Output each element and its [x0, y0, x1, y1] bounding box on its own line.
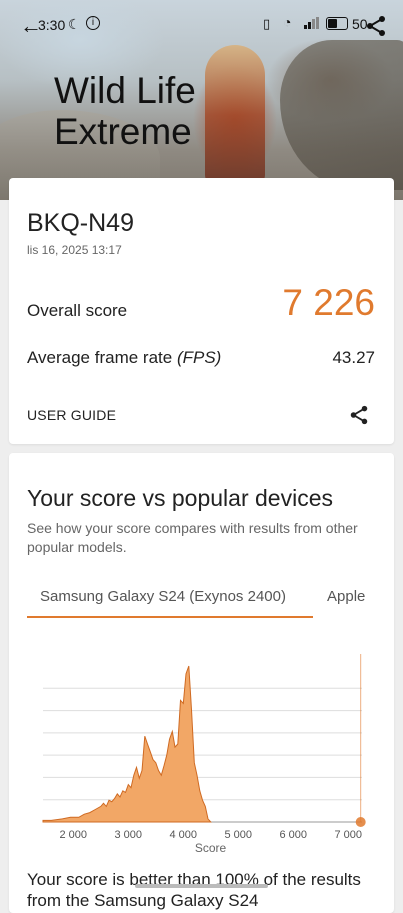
home-indicator: [135, 884, 268, 888]
overall-score-label: Overall score: [27, 301, 128, 320]
result-date: lis 16, 2025 13:17: [27, 243, 122, 257]
wifi-icon: ◔: [283, 14, 292, 30]
share-icon[interactable]: [364, 14, 388, 38]
your-score-marker: [355, 817, 366, 827]
comparison-card: Your score vs popular devices See how yo…: [9, 453, 394, 913]
comparison-subtitle: See how your score compares with results…: [27, 520, 358, 555]
score-histogram: 2 000 3 000 4 000 5 000 6 000 7 000 Score: [42, 654, 366, 855]
x-tick-label: 7 000: [334, 829, 362, 841]
overall-score-value: 7 226: [282, 282, 375, 323]
tab-apple[interactable]: Apple: [327, 588, 365, 605]
histogram-area: [42, 665, 212, 823]
x-tick-label: 6 000: [279, 829, 307, 841]
active-tab-indicator: [27, 616, 313, 618]
user-guide-link[interactable]: USER GUIDE: [27, 407, 116, 423]
x-tick-label: 4 000: [169, 829, 197, 841]
info-icon: i: [86, 16, 100, 30]
tab-samsung-galaxy-s24[interactable]: Samsung Galaxy S24 (Exynos 2400): [40, 588, 286, 605]
moon-icon: ☾: [68, 16, 81, 32]
status-bar: ← 3:30 ☾ i ▯ ◔ 50: [0, 0, 403, 52]
benchmark-title-line2: Extreme: [54, 111, 192, 152]
result-card: BKQ-N49 lis 16, 2025 13:17 Overall score…: [9, 178, 394, 444]
battery-icon: [326, 17, 348, 30]
benchmark-title-line1: Wild Life: [54, 70, 196, 111]
x-tick-label: 2 000: [59, 829, 87, 841]
comparison-title: Your score vs popular devices: [27, 485, 333, 511]
fps-label-text: Average frame rate: [27, 348, 173, 367]
vibrate-icon: ▯: [263, 16, 271, 31]
fps-label: Average frame rate (FPS): [27, 348, 221, 368]
device-name: BKQ-N49: [27, 209, 134, 237]
status-time: 3:30: [38, 17, 66, 33]
benchmark-title: Wild Life Extreme: [54, 70, 196, 152]
comparison-verdict: Your score is better than 100% of the re…: [27, 870, 361, 910]
share-icon[interactable]: [348, 404, 370, 426]
x-tick-label: 5 000: [224, 829, 252, 841]
x-tick-label: 3 000: [114, 829, 142, 841]
hero-character-art: [205, 45, 265, 185]
fps-value: 43.27: [332, 348, 375, 367]
signal-icon: [304, 17, 319, 29]
x-axis-label: Score: [195, 841, 227, 855]
hero-rock-art: [280, 40, 403, 190]
fps-unit: (FPS): [176, 348, 222, 367]
